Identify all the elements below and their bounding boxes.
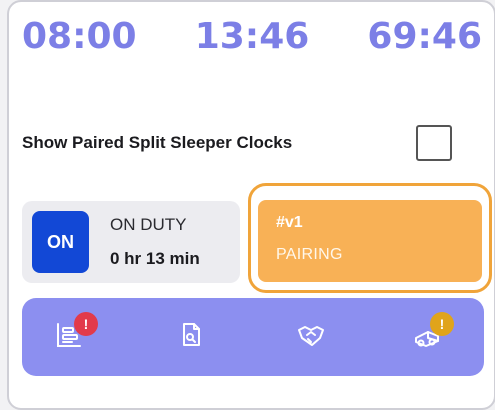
pairing-status: PAIRING <box>276 246 343 263</box>
pairing-id: #v1 <box>276 214 303 231</box>
break-clock: 08:00 <box>22 15 137 57</box>
document-search-icon <box>176 320 206 355</box>
bottom-toolbar: ! ! <box>22 298 484 376</box>
split-sleeper-row: Show Paired Split Sleeper Clocks <box>22 122 452 164</box>
handshake-button[interactable] <box>294 320 328 354</box>
drive-clock: 13:46 <box>194 15 310 57</box>
duty-badge: ON <box>32 211 89 273</box>
duty-status-button[interactable]: ON ON DUTY 0 hr 13 min <box>22 201 240 283</box>
duty-status-label: ON DUTY <box>110 215 187 234</box>
cycle-clock: 69:46 <box>367 15 482 57</box>
duty-duration: 0 hr 13 min <box>110 249 200 268</box>
handshake-icon <box>296 320 326 355</box>
split-sleeper-label: Show Paired Split Sleeper Clocks <box>22 133 293 152</box>
hos-clocks: 08:00 13:46 69:46 <box>22 12 482 60</box>
vehicle-alert-badge: ! <box>430 312 454 336</box>
logs-alert-badge: ! <box>74 312 98 336</box>
documents-button[interactable] <box>174 320 208 354</box>
split-sleeper-checkbox[interactable] <box>416 125 452 161</box>
pairing-button[interactable]: #v1 PAIRING <box>258 200 482 282</box>
